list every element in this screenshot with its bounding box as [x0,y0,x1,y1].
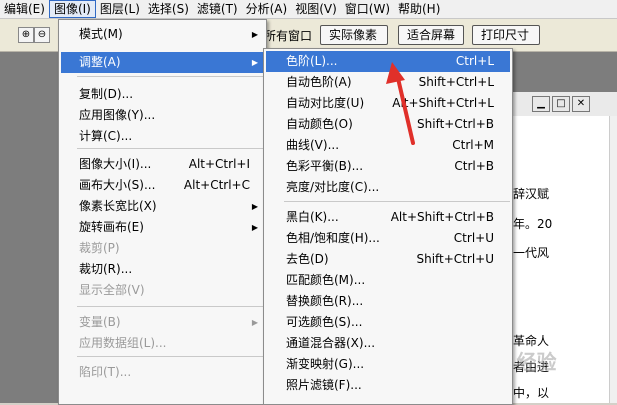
annotation-arrow-icon [386,62,415,145]
